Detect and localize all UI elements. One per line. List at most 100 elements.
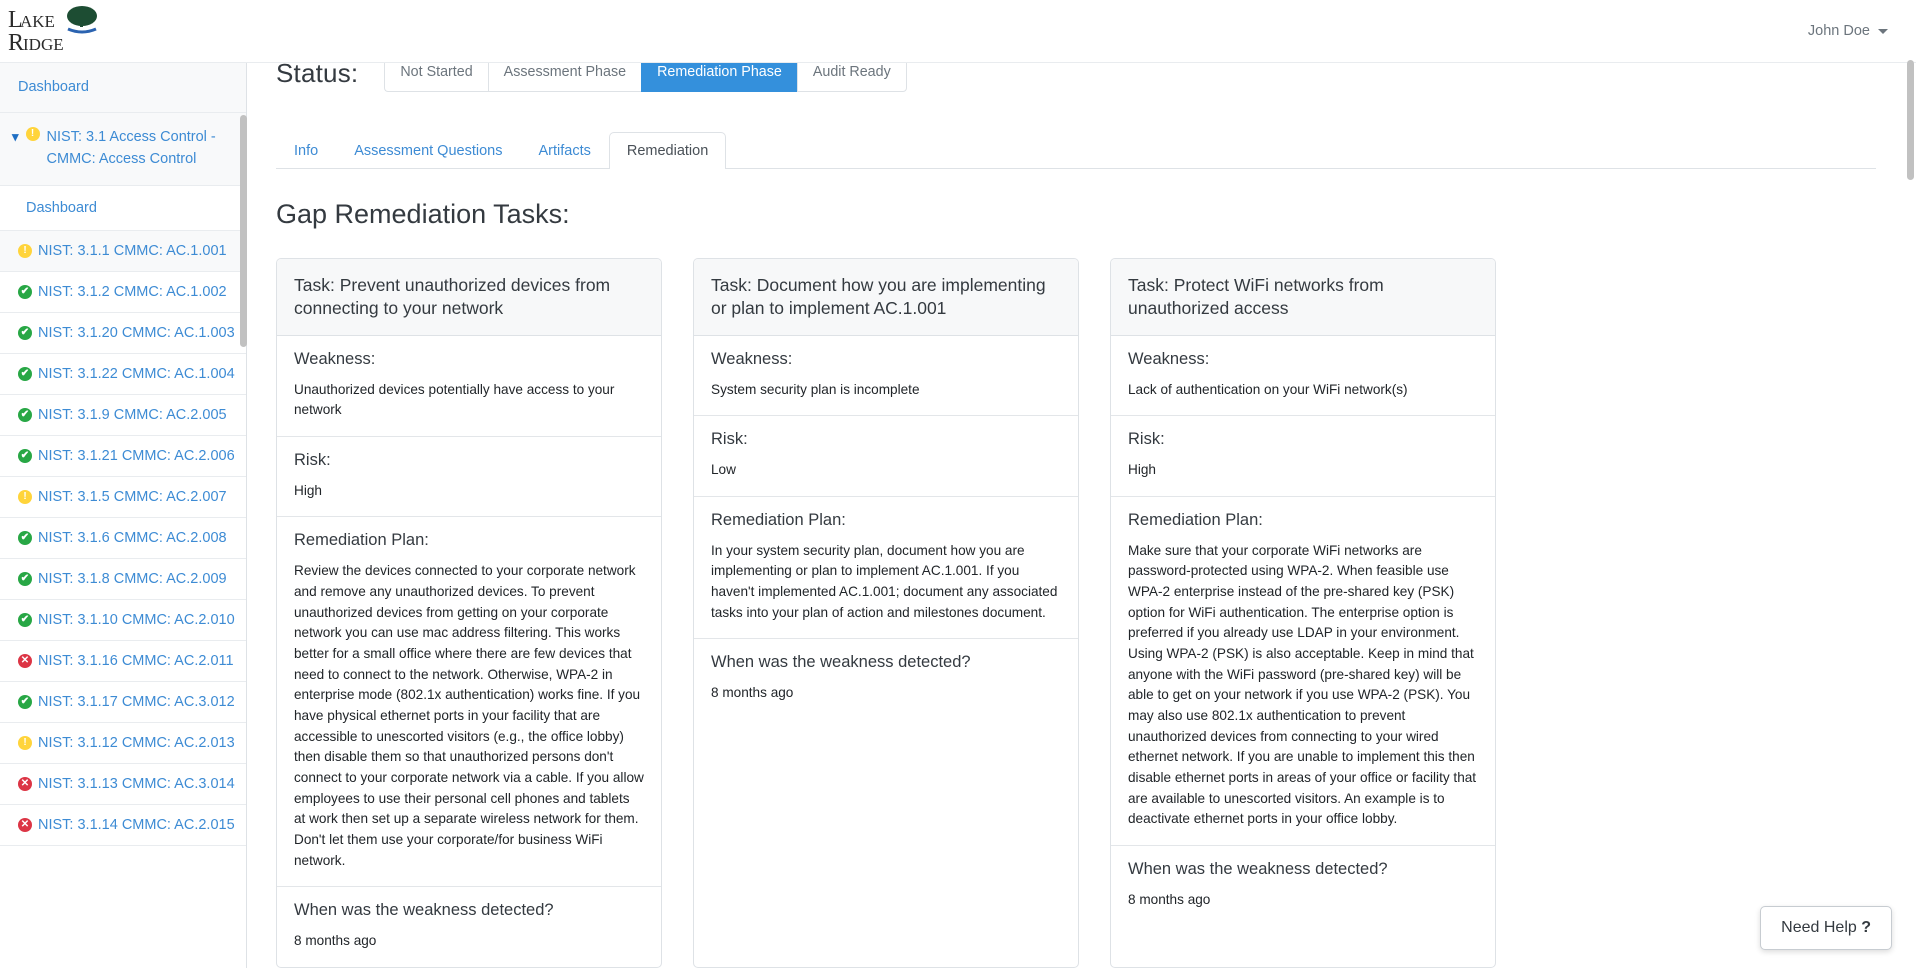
task-card-weakness-label: Weakness: — [1128, 350, 1478, 369]
check-circle-icon: ✔ — [18, 408, 32, 422]
lake-ridge-logo-icon: L AKE R IDGE — [6, 3, 118, 59]
task-card-risk-value: High — [1128, 460, 1478, 481]
sidebar-item-control[interactable]: ✔ NIST: 3.1.10 CMMC: AC.2.010 — [0, 600, 246, 641]
check-circle-icon: ✔ — [18, 326, 32, 340]
tab-bar[interactable]: InfoAssessment QuestionsArtifactsRemedia… — [276, 133, 1876, 169]
sidebar-item-control[interactable]: ! NIST: 3.1.1 CMMC: AC.1.001 — [0, 231, 246, 272]
sidebar-item-control[interactable]: ✔ NIST: 3.1.20 CMMC: AC.1.003 — [0, 313, 246, 354]
task-card-risk-label: Risk: — [1128, 430, 1478, 449]
status-phase-button[interactable]: Audit Ready — [797, 63, 907, 92]
check-circle-icon: ✔ — [18, 367, 32, 381]
task-card-detected-value: 8 months ago — [711, 683, 1061, 704]
sidebar-scrollbar-thumb[interactable] — [240, 115, 247, 347]
task-card-title: Task: Document how you are implementing … — [694, 259, 1078, 336]
sidebar-item-label: NIST: 3.1.14 CMMC: AC.2.015 — [38, 817, 235, 833]
check-circle-icon: ✔ — [18, 695, 32, 709]
sidebar[interactable]: Dashboard ▾ ! NIST: 3.1 Access Control -… — [0, 63, 247, 968]
remediation-task-card: Task: Protect WiFi networks from unautho… — [1110, 258, 1496, 968]
task-card-risk-label: Risk: — [711, 430, 1061, 449]
task-card-remediation-plan-label: Remediation Plan: — [1128, 511, 1478, 530]
warning-icon: ! — [26, 127, 40, 141]
main-content: Status: Not StartedAssessment PhaseRemed… — [248, 63, 1916, 968]
task-card-remediation-plan: Remediation Plan: Review the devices conn… — [277, 517, 661, 887]
sidebar-item-control[interactable]: ✔NIST: 3.1.21 CMMC: AC.2.006 — [0, 436, 246, 477]
check-circle-icon: ✔ — [18, 572, 32, 586]
check-circle-icon: ✔ — [18, 449, 32, 463]
svg-text:AKE: AKE — [20, 12, 55, 31]
user-menu[interactable]: John Doe — [1808, 23, 1916, 39]
sidebar-item-control[interactable]: ✕NIST: 3.1.14 CMMC: AC.2.015 — [0, 805, 246, 846]
task-card-risk-label: Risk: — [294, 451, 644, 470]
chevron-down-icon: ▾ — [12, 129, 19, 146]
task-card-weakness-value: Lack of authentication on your WiFi netw… — [1128, 380, 1478, 401]
task-card-risk-value: High — [294, 481, 644, 502]
warning-icon: ! — [18, 244, 32, 258]
brand-logo[interactable]: L AKE R IDGE — [0, 3, 118, 59]
tab-artifacts[interactable]: Artifacts — [520, 132, 608, 169]
remediation-task-card: Task: Prevent unauthorized devices from … — [276, 258, 662, 968]
check-circle-icon: ✔ — [18, 531, 32, 545]
sidebar-control-list: ! NIST: 3.1.1 CMMC: AC.1.001 ✔ NIST: 3.1.2 … — [0, 231, 246, 846]
svg-text:IDGE: IDGE — [23, 35, 64, 54]
sidebar-item-control[interactable]: ✔NIST: 3.1.6 CMMC: AC.2.008 — [0, 518, 246, 559]
tab-assessment-questions[interactable]: Assessment Questions — [336, 132, 520, 169]
task-card-weakness-value: System security plan is incomplete — [711, 380, 1061, 401]
check-circle-icon: ✔ — [18, 613, 32, 627]
sidebar-item-label: NIST: 3.1.12 CMMC: AC.2.013 — [38, 735, 235, 751]
need-help-button[interactable]: Need Help ? — [1760, 906, 1892, 950]
task-card-risk: Risk: Low — [694, 416, 1078, 497]
page-scrollbar-thumb[interactable] — [1907, 60, 1914, 180]
sidebar-item-control[interactable]: ✔NIST: 3.1.9 CMMC: AC.2.005 — [0, 395, 246, 436]
sidebar-group-access-control[interactable]: ▾ ! NIST: 3.1 Access Control - CMMC: Acc… — [0, 113, 246, 186]
status-phase-button[interactable]: Assessment Phase — [488, 63, 641, 92]
remediation-task-card: Task: Document how you are implementing … — [693, 258, 1079, 968]
need-help-question-mark: ? — [1861, 919, 1871, 936]
tab-remediation[interactable]: Remediation — [609, 132, 726, 169]
sidebar-item-control[interactable]: ✔ NIST: 3.1.17 CMMC: AC.3.012 — [0, 682, 246, 723]
sidebar-item-label: NIST: 3.1.17 CMMC: AC.3.012 — [38, 694, 235, 710]
task-card-weakness: Weakness:Unauthorized devices potentiall… — [277, 336, 661, 437]
task-card-remediation-plan-label: Remediation Plan: — [294, 531, 644, 550]
task-card-remediation-plan: Remediation Plan: Make sure that your cor… — [1111, 497, 1495, 846]
sidebar-item-control[interactable]: ✔NIST: 3.1.22 CMMC: AC.1.004 — [0, 354, 246, 395]
warning-icon: ! — [18, 490, 32, 504]
sidebar-item-label: NIST: 3.1.10 CMMC: AC.2.010 — [38, 612, 235, 628]
task-card-detected-label: When was the weakness detected? — [711, 653, 1061, 672]
page-title: Gap Remediation Tasks: — [276, 199, 1916, 230]
error-circle-icon: ✕ — [18, 777, 32, 791]
sidebar-item-label: NIST: 3.1.20 CMMC: AC.1.003 — [38, 325, 235, 341]
chevron-down-icon — [1878, 29, 1888, 34]
task-card-remediation-plan-value: Make sure that your corporate WiFi netwo… — [1128, 541, 1478, 830]
task-card-detected-label: When was the weakness detected? — [294, 901, 644, 920]
status-label: Status: — [276, 63, 358, 89]
sidebar-item-control[interactable]: ✔ NIST: 3.1.2 CMMC: AC.1.002 — [0, 272, 246, 313]
warning-icon: ! — [18, 736, 32, 750]
sidebar-item-control[interactable]: ! NIST: 3.1.12 CMMC: AC.2.013 — [0, 723, 246, 764]
check-circle-icon: ✔ — [18, 285, 32, 299]
task-card-detected-value: 8 months ago — [1128, 890, 1478, 911]
task-card-risk-value: Low — [711, 460, 1061, 481]
sidebar-item-dashboard-sub[interactable]: Dashboard — [0, 186, 246, 231]
task-card-title: Task: Protect WiFi networks from unautho… — [1111, 259, 1495, 336]
task-card-remediation-plan-value: In your system security plan, document h… — [711, 541, 1061, 624]
task-card-remediation-plan-value: Review the devices connected to your cor… — [294, 561, 644, 871]
task-card-risk: Risk: High — [277, 437, 661, 518]
status-phase-button[interactable]: Not Started — [384, 63, 487, 92]
sidebar-item-control[interactable]: ✕ NIST: 3.1.13 CMMC: AC.3.014 — [0, 764, 246, 805]
tab-info[interactable]: Info — [276, 132, 336, 169]
sidebar-item-control[interactable]: !NIST: 3.1.5 CMMC: AC.2.007 — [0, 477, 246, 518]
sidebar-item-label: NIST: 3.1.1 CMMC: AC.1.001 — [38, 243, 227, 259]
task-card-title: Task: Prevent unauthorized devices from … — [277, 259, 661, 336]
sidebar-item-label: NIST: 3.1.2 CMMC: AC.1.002 — [38, 284, 227, 300]
status-phase-button[interactable]: Remediation Phase — [641, 63, 797, 92]
task-card-weakness: Weakness:System security plan is incompl… — [694, 336, 1078, 417]
task-card-detected: When was the weakness detected? 8 months … — [694, 639, 1078, 719]
sidebar-item-label: NIST: 3.1.13 CMMC: AC.3.014 — [38, 776, 235, 792]
sidebar-item-control[interactable]: ✔NIST: 3.1.8 CMMC: AC.2.009 — [0, 559, 246, 600]
task-card-remediation-plan-label: Remediation Plan: — [711, 511, 1061, 530]
task-card-detected: When was the weakness detected?8 months … — [277, 887, 661, 967]
sidebar-item-dashboard-top[interactable]: Dashboard — [0, 63, 246, 113]
sidebar-item-control[interactable]: ✕NIST: 3.1.16 CMMC: AC.2.011 — [0, 641, 246, 682]
status-phase-button-group[interactable]: Not StartedAssessment PhaseRemediation P… — [384, 63, 906, 92]
need-help-label: Need Help — [1781, 919, 1861, 936]
